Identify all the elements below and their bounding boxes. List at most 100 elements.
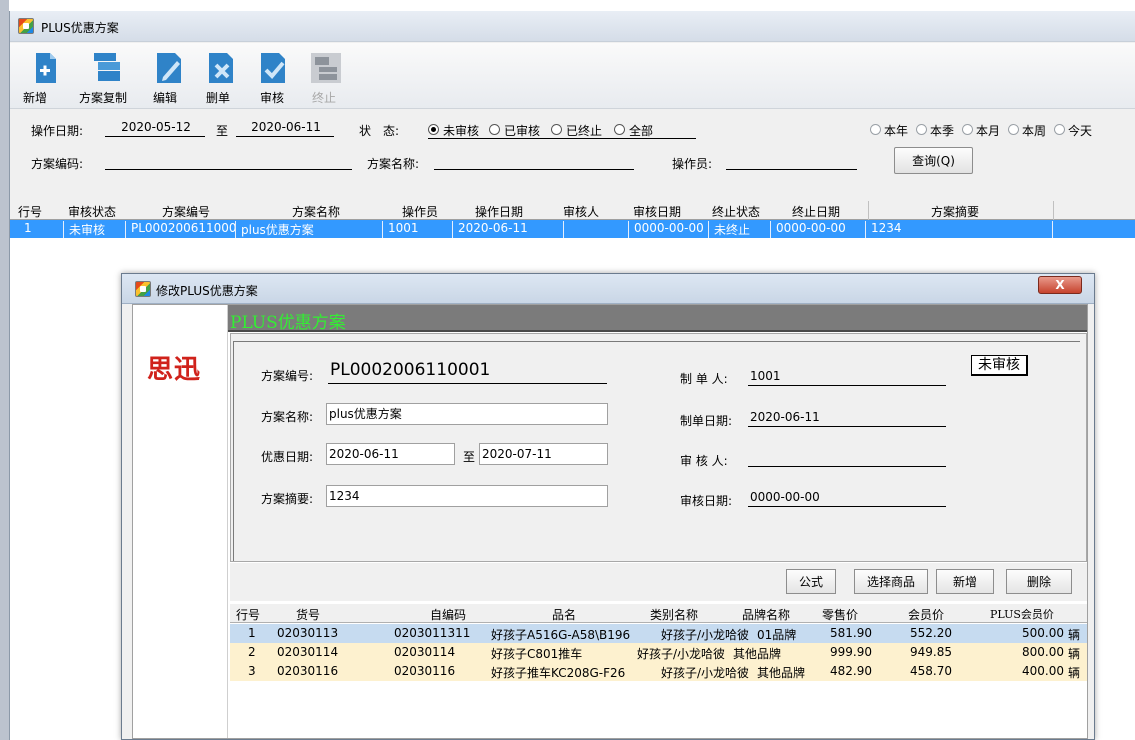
plan-code-input[interactable] [105,153,352,170]
status-badge: 未审核 [971,355,1028,376]
window-title: PLUS优惠方案 [41,21,119,35]
gcell-member-price: 552.20 [910,626,952,640]
close-icon[interactable]: X [1038,276,1082,294]
delete-label: 删单 [206,91,231,105]
col-plan-name: 方案名称 [292,205,341,219]
period-radio-year[interactable] [870,124,881,135]
query-button[interactable]: 查询(Q) [894,147,973,174]
brand-logo: 思迅 [147,355,202,385]
dialog-title: 修改PLUS优惠方案 [156,284,258,298]
gcol-plus-price: PLUS会员价 [990,608,1054,621]
terminate-icon [311,53,341,83]
formula-button[interactable]: 公式 [786,569,836,594]
approve-button[interactable]: 审核 [254,43,294,109]
gcell-category: 好孩子/小龙哈彼 [661,666,750,680]
create-date-label: 制单日期: [680,414,733,428]
gcell-unit: 辆 [1068,666,1081,680]
col-plan-no: 方案编号 [162,205,211,219]
gcell-row-no: 1 [248,626,256,640]
status-option-terminated: 已终止 [566,124,603,138]
main-titlebar: PLUS优惠方案 [10,11,1135,42]
period-radio-quarter[interactable] [916,124,927,135]
period-option-quarter: 本季 [930,124,955,138]
gcell-self-code: 02030114 [394,645,456,659]
gcell-name: 好孩子C801推车 [491,647,583,661]
period-radio-today[interactable] [1054,124,1065,135]
delete-item-button[interactable]: 删除 [1006,569,1072,594]
goods-grid-header: 行号 货号 自编码 品名 类别名称 品牌名称 零售价 会员价 PLUS会员价 [230,604,1087,623]
promo-date-label: 优惠日期: [261,450,314,464]
col-operator: 操作员 [402,205,439,219]
gcell-category: 好孩子/小龙哈彼 [661,628,750,642]
gcol-item-no: 货号 [296,608,321,622]
col-auditor: 审核人 [563,205,600,219]
summary-field[interactable]: 1234 [326,485,608,507]
gcell-name: 好孩子推车KC208G-F26 [491,666,626,680]
edit-button[interactable]: 编辑 [150,43,190,109]
cell-plan-name: plus优惠方案 [238,221,383,238]
gcell-brand: 其他品牌 [733,647,782,661]
status-radio-all[interactable] [614,124,625,135]
cell-operator: 1001 [385,221,453,238]
gcol-retail-price: 零售价 [822,608,859,622]
gcell-plus-price: 500.00 [1022,626,1064,640]
creator-label: 制 单 人: [680,372,728,386]
col-term-date: 终止日期 [792,205,841,219]
delete-button[interactable]: 删单 [202,43,242,109]
edit-icon [157,53,181,83]
table-row[interactable]: 1 未审核 PL0002006110001 plus优惠方案 1001 2020… [10,220,1135,238]
gcol-member-price: 会员价 [908,608,945,622]
dialog-body: 思迅 PLUS优惠方案 方案编号: PL0002006110001 方案名称: … [132,304,1088,739]
gcol-row-no: 行号 [236,608,261,622]
status-radio-unaudited[interactable] [428,124,439,135]
terminate-label: 终止 [312,91,337,105]
col-row-no: 行号 [18,205,43,219]
plan-name-input[interactable] [434,153,634,170]
cell-audit-status: 未审核 [66,221,126,238]
gcell-retail-price: 482.90 [830,664,872,678]
period-radio-month[interactable] [962,124,973,135]
plan-name-field[interactable]: plus优惠方案 [326,403,608,425]
cell-summary: 1234 [868,221,1053,238]
new-label: 新增 [23,91,48,105]
table-row[interactable]: 3 02030116 02030116 好孩子推车KC208G-F26 好孩子/… [230,662,1087,681]
promo-to-field[interactable]: 2020-07-11 [479,443,608,465]
dialog-app-icon [135,281,151,297]
auditor-label: 审 核 人: [680,454,728,468]
screen-edge [0,0,9,740]
add-item-button[interactable]: 新增 [936,569,994,594]
brand-panel: 思迅 [133,305,228,738]
create-date-field: 2020-06-11 [748,410,946,427]
grid-button-bar: 公式 选择商品 新增 删除 [230,563,1087,601]
operator-input[interactable] [726,153,857,170]
col-audit-status: 审核状态 [68,205,117,219]
gcol-name: 品名 [552,608,577,622]
approve-label: 审核 [260,91,285,105]
gcell-name: 好孩子A516G-A58\B196 [491,628,631,642]
period-radio-week[interactable] [1008,124,1019,135]
table-row[interactable]: 1 02030113 0203011311 好孩子A516G-A58\B196 … [230,624,1087,643]
table-row[interactable]: 2 02030114 02030114 好孩子C801推车 好孩子/小龙哈彼 其… [230,643,1087,662]
gcol-category: 类别名称 [650,608,699,622]
col-summary: 方案摘要 [931,205,980,219]
plan-name-label: 方案名称: [367,157,420,171]
new-button[interactable]: 新增 [22,43,62,109]
date-to-field[interactable]: 2020-06-11 [236,120,334,137]
copy-plan-button[interactable]: 方案复制 [74,43,142,109]
cell-term-status: 未终止 [711,221,771,238]
plan-code-label: 方案编码: [31,157,84,171]
approve-icon [261,53,285,83]
gcell-unit: 辆 [1068,647,1081,661]
status-radio-audited[interactable] [489,124,500,135]
date-from-field[interactable]: 2020-05-12 [105,120,205,137]
cell-op-date: 2020-06-11 [455,221,564,238]
status-radio-terminated[interactable] [551,124,562,135]
terminate-button[interactable]: 终止 [306,43,346,109]
promo-from-field[interactable]: 2020-06-11 [326,443,455,465]
cell-row-no: 1 [18,221,64,238]
filter-panel: 操作日期: 2020-05-12 至 2020-06-11 状 态: 未审核 已… [10,110,1135,200]
col-op-date: 操作日期 [475,205,524,219]
dialog-titlebar[interactable]: 修改PLUS优惠方案 X [122,274,1094,304]
auditor-field [748,450,946,467]
select-goods-button[interactable]: 选择商品 [854,569,928,594]
